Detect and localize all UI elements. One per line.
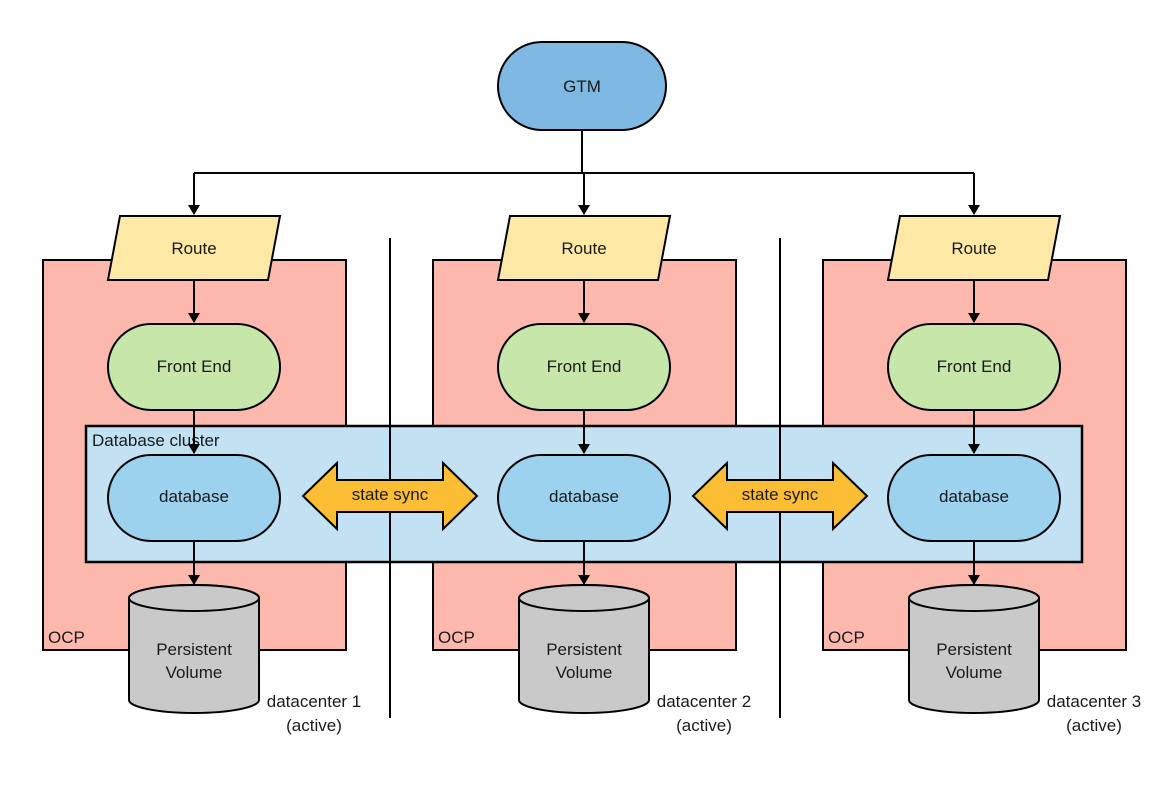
database-cluster-label: Database cluster — [92, 431, 220, 450]
persistent-volume-top — [518, 584, 650, 612]
database-label: database — [549, 487, 619, 506]
ocp-label: OCP — [828, 628, 865, 647]
persistent-volume-label-line1: Persistent — [936, 640, 1012, 659]
persistent-volume-label-line1: Persistent — [156, 640, 232, 659]
datacenter-status-label: (active) — [676, 716, 732, 735]
front-end-label: Front End — [157, 357, 232, 376]
gtm-label: GTM — [563, 77, 601, 96]
persistent-volume-label-line2: Volume — [946, 663, 1003, 682]
datacenter-status-label: (active) — [1066, 716, 1122, 735]
database-label: database — [159, 487, 229, 506]
persistent-volume-top — [128, 584, 260, 612]
ocp-label: OCP — [48, 628, 85, 647]
persistent-volume-label-line2: Volume — [556, 663, 613, 682]
datacenter-status-label: (active) — [286, 716, 342, 735]
state-sync-label: state sync — [352, 485, 429, 504]
persistent-volume-top — [908, 584, 1040, 612]
front-end-label: Front End — [937, 357, 1012, 376]
datacenter-name-label: datacenter 3 — [1047, 692, 1142, 711]
route-label: Route — [951, 239, 996, 258]
front-end-label: Front End — [547, 357, 622, 376]
datacenter-name-label: datacenter 2 — [657, 692, 752, 711]
route-label: Route — [171, 239, 216, 258]
state-sync-label: state sync — [742, 485, 819, 504]
datacenter-name-label: datacenter 1 — [267, 692, 362, 711]
persistent-volume-label-line1: Persistent — [546, 640, 622, 659]
persistent-volume-label-line2: Volume — [166, 663, 223, 682]
architecture-diagram: OCP OCP OCP Database cluster GTM Route Fron… — [42, 41, 1142, 735]
ocp-label: OCP — [438, 628, 475, 647]
route-label: Route — [561, 239, 606, 258]
database-label: database — [939, 487, 1009, 506]
